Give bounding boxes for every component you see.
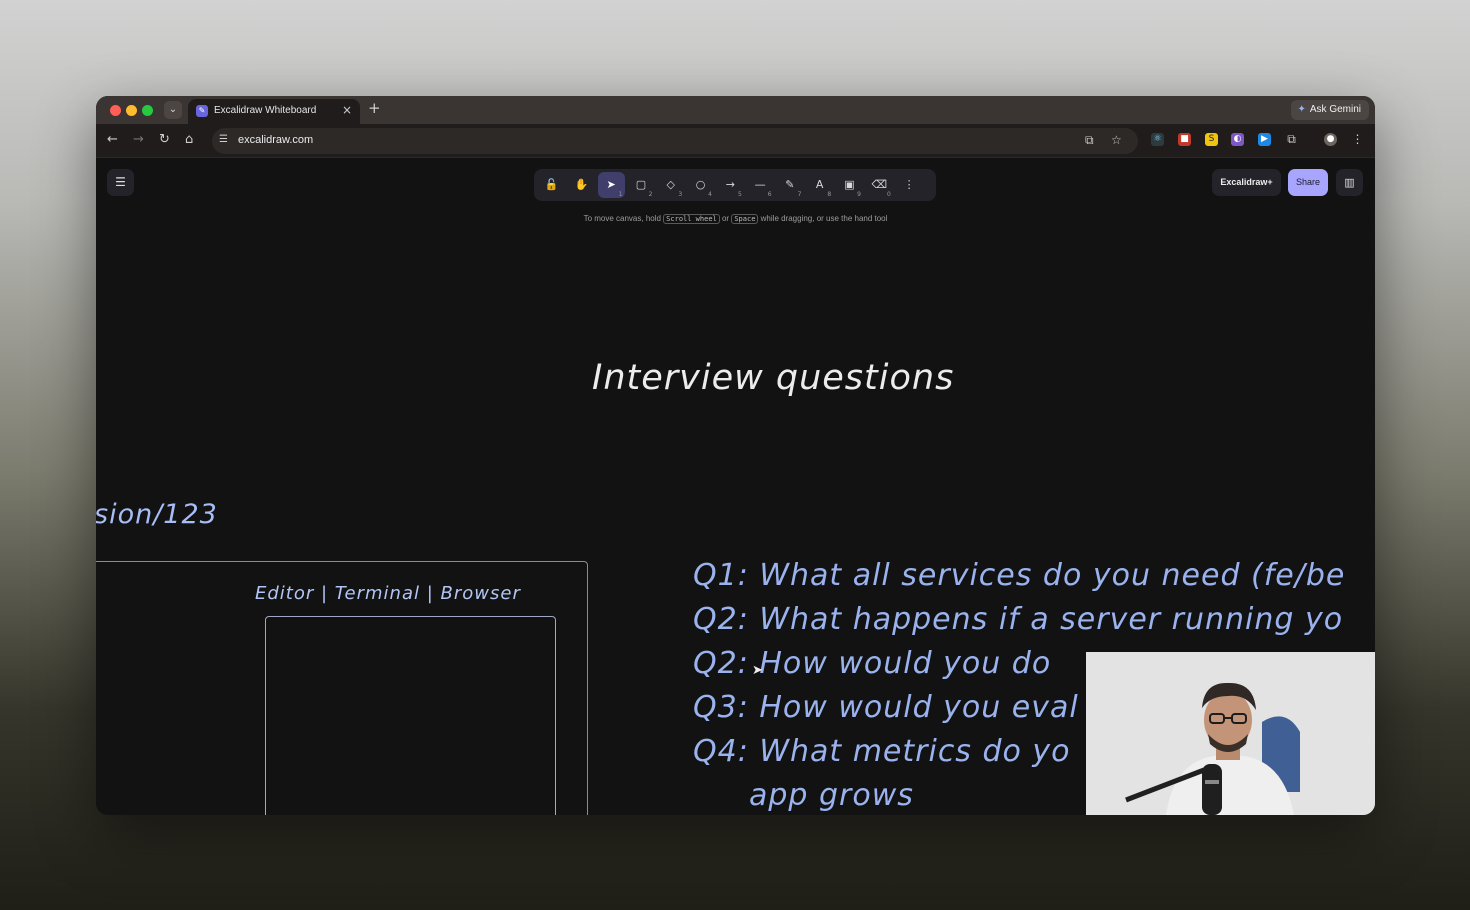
tool-more[interactable]: ⋮ — [896, 172, 923, 198]
image-icon: ▣ — [844, 178, 855, 191]
tool-ellipse[interactable]: ○ 4 — [687, 172, 714, 198]
hint-suffix: while dragging, or use the hand tool — [760, 214, 888, 223]
back-icon[interactable]: ← — [107, 132, 118, 147]
main-menu-button[interactable]: ☰ — [107, 169, 134, 196]
tool-shortcut-key: 5 — [737, 191, 742, 198]
question-2[interactable]: Q2: What happens if a server running yo — [693, 598, 1345, 642]
more-icon[interactable]: ⋮ — [1351, 133, 1364, 146]
presenter-image — [1086, 652, 1375, 815]
tool-hand[interactable]: ✋ — [568, 172, 595, 198]
url-text: excalidraw.com — [238, 134, 314, 146]
tab-strip: ⌄ ✎ Excalidraw Whiteboard × + ✦ Ask Gemin… — [96, 96, 1375, 124]
address-bar[interactable]: ☰ excalidraw.com ⧉ ☆ — [212, 128, 1138, 154]
home-icon[interactable]: ⌂ — [185, 132, 193, 147]
excalidraw-canvas[interactable]: ☰ 🔓 ✋ ➤ 1 ▢ 2 ◇ 3 ○ 4 → 5—6 ✎ 7 A 8 ▣ 9 ⌫ 0 ⋮ To move canvas… — [96, 158, 1375, 815]
tool-rectangle[interactable]: ▢ 2 — [627, 172, 654, 198]
forward-icon[interactable]: → — [133, 132, 144, 147]
hamburger-icon: ☰ — [115, 175, 126, 189]
shape-toolbar: 🔓 ✋ ➤ 1 ▢ 2 ◇ 3 ○ 4 → 5—6 ✎ 7 A 8 ▣ 9 ⌫ 0 ⋮ — [534, 169, 936, 201]
line-icon: — — [754, 178, 766, 191]
tool-arrow[interactable]: → 5 — [717, 172, 744, 198]
more-icon: ⋮ — [903, 178, 915, 191]
profile-icon[interactable]: ● — [1324, 133, 1337, 146]
draw-icon: ✎ — [785, 178, 795, 191]
hint-key-space: Space — [731, 214, 759, 224]
eraser-icon: ⌫ — [871, 178, 888, 191]
gemini-icon: ✦ — [1297, 104, 1306, 115]
question-1[interactable]: Q1: What all services do you need (fe/be — [693, 554, 1345, 598]
tool-shortcut-key: 7 — [797, 191, 802, 198]
inner-frame[interactable] — [265, 616, 556, 815]
share-button[interactable]: Share — [1288, 169, 1328, 196]
site-info-icon[interactable]: ☰ — [219, 134, 228, 145]
extension-blue-icon[interactable]: ▶ — [1258, 133, 1271, 146]
excalidraw-favicon-icon: ✎ — [196, 105, 208, 117]
ellipse-icon: ○ — [695, 178, 706, 191]
tab-search-icon[interactable]: ⌄ — [164, 101, 182, 119]
star-icon[interactable]: ☆ — [1111, 133, 1122, 147]
tool-shortcut-key: 1 — [618, 191, 623, 198]
sidebar-icon: ▥ — [1344, 176, 1355, 189]
tool-shortcut-key: 9 — [857, 191, 861, 198]
install-icon[interactable]: ⧉ — [1085, 133, 1094, 148]
tool-shortcut-key: 8 — [827, 191, 832, 198]
tool-image[interactable]: ▣ 9 — [836, 172, 863, 198]
tab-excalidraw[interactable]: ✎ Excalidraw Whiteboard × — [188, 99, 360, 124]
tool-lock[interactable]: 🔓 — [538, 172, 565, 198]
minimize-window-button[interactable] — [126, 105, 137, 116]
react-devtools-icon[interactable]: ⚛ — [1151, 133, 1164, 146]
maximize-window-button[interactable] — [142, 105, 153, 116]
browser-window: ⌄ ✎ Excalidraw Whiteboard × + ✦ Ask Gemin… — [96, 96, 1375, 815]
ask-gemini-button[interactable]: ✦ Ask Gemini — [1291, 100, 1369, 120]
arrow-icon: → — [725, 178, 735, 191]
hint-or: or — [721, 214, 730, 223]
extension-red-icon[interactable]: ■ — [1178, 133, 1191, 146]
hand-icon: ✋ — [574, 178, 589, 191]
canvas-hint: To move canvas, hold Scroll wheel or Spa… — [96, 214, 1375, 224]
close-window-button[interactable] — [110, 105, 121, 116]
rectangle-icon: ▢ — [635, 178, 647, 191]
plus-icon[interactable]: + — [368, 99, 381, 117]
tool-shortcut-key: 0 — [886, 191, 891, 198]
browser-toolbar: ← → ↻ ⌂ ☰ excalidraw.com ⧉ ☆ ⚛ ■ S ◐ ▶ ⧉… — [96, 124, 1375, 158]
canvas-heading[interactable]: Interview questions — [592, 358, 954, 398]
close-icon[interactable]: × — [342, 103, 352, 117]
extensions-icon[interactable]: ⧉ — [1285, 133, 1298, 146]
reload-icon[interactable]: ↻ — [159, 132, 170, 147]
hint-key-scroll: Scroll wheel — [663, 214, 720, 224]
selection-icon: ➤ — [606, 178, 616, 191]
diamond-icon: ◇ — [666, 178, 675, 191]
excalidraw-plus-button[interactable]: Excalidraw+ — [1212, 169, 1281, 196]
tool-shortcut-key: 2 — [648, 191, 653, 198]
hint-prefix: To move canvas, hold — [583, 214, 661, 223]
webcam-overlay — [1086, 652, 1375, 815]
lock-icon: 🔓 — [544, 178, 559, 191]
tool-draw[interactable]: ✎ 7 — [776, 172, 803, 198]
ask-gemini-label: Ask Gemini — [1309, 104, 1361, 115]
mouse-cursor-icon: ➤ — [752, 663, 763, 678]
tool-selection[interactable]: ➤ 1 — [597, 172, 625, 198]
library-sidebar-button[interactable]: ▥ — [1336, 169, 1363, 196]
tool-text[interactable]: A8 — [806, 172, 833, 198]
extension-yellow-icon[interactable]: S — [1205, 133, 1218, 146]
extension-purple-icon[interactable]: ◐ — [1231, 133, 1244, 146]
tool-shortcut-key: 6 — [767, 191, 772, 198]
tool-line[interactable]: —6 — [747, 172, 774, 198]
text-icon: A — [815, 178, 824, 191]
tool-shortcut-key: 4 — [708, 191, 712, 198]
tool-diamond[interactable]: ◇ 3 — [657, 172, 684, 198]
tab-title: Excalidraw Whiteboard — [214, 105, 317, 116]
canvas-url-fragment[interactable]: sion/123 — [96, 499, 218, 530]
tool-shortcut-key: 3 — [678, 191, 683, 198]
frame-label[interactable]: Editor | Terminal | Browser — [255, 583, 521, 604]
tool-eraser[interactable]: ⌫ 0 — [866, 172, 893, 198]
